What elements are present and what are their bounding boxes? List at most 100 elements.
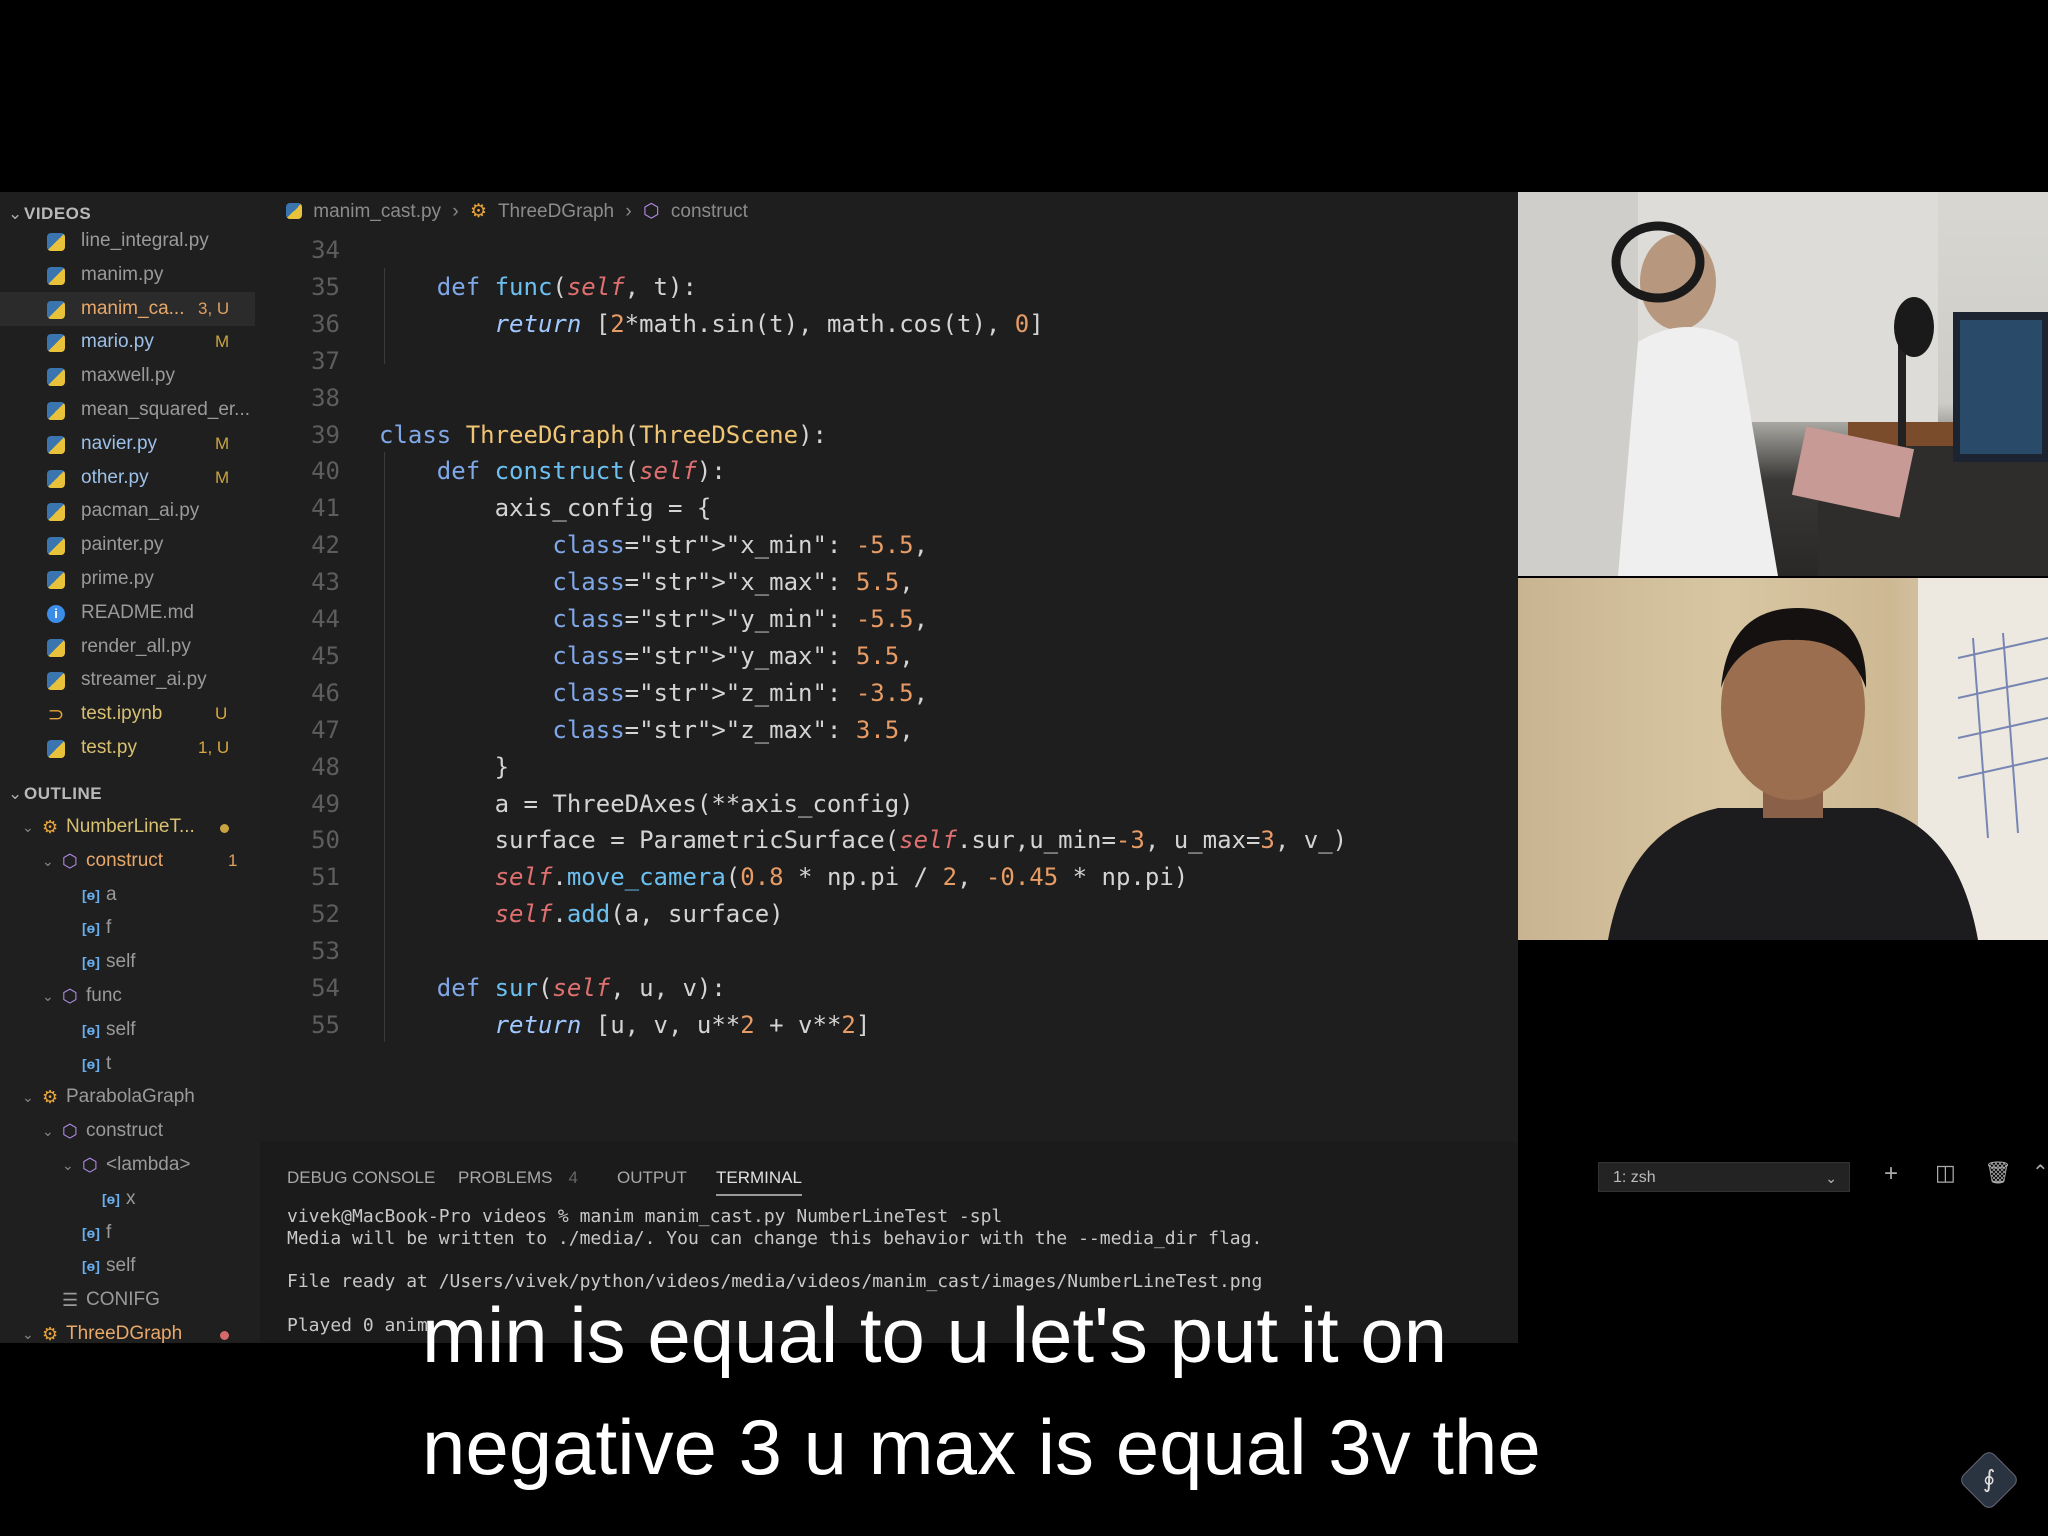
outline-label: f (106, 1221, 112, 1243)
method-icon: ⬡ (62, 1121, 78, 1142)
outline-item-class[interactable]: ⌄ ⚙ ParabolaGraph (0, 1080, 255, 1114)
breadcrumb-file[interactable]: manim_cast.py (313, 201, 441, 222)
new-terminal-icon[interactable]: + (1884, 1160, 1898, 1188)
class-icon: ⚙ (469, 201, 487, 222)
webcam-feed-1 (1518, 192, 2048, 576)
breadcrumb-class[interactable]: ThreeDGraph (498, 201, 614, 222)
code-text[interactable]: def construct(self): (379, 453, 726, 490)
outline-item-variable[interactable]: [ɵ] t (0, 1047, 255, 1081)
code-text[interactable]: class="str">"y_min": -5.5, (379, 601, 928, 638)
subtitle-line-1: min is equal to u let's put it on (422, 1291, 1448, 1379)
code-text[interactable]: } (379, 749, 509, 786)
code-line[interactable]: 36 return [2*math.sin(t), math.cos(t), 0… (0, 306, 1518, 343)
tab-label: OUTPUT (617, 1168, 687, 1187)
outline-item-constant[interactable]: ☰ CONIFG (0, 1283, 255, 1317)
line-number: 36 (311, 309, 340, 338)
line-number: 48 (311, 752, 340, 781)
outline-item-variable[interactable]: [ɵ] self (0, 1249, 255, 1283)
chevron-down-icon[interactable]: ⌄ (22, 1080, 34, 1114)
code-line[interactable]: 39 class ThreeDGraph(ThreeDScene): (0, 417, 1518, 454)
line-number: 45 (311, 641, 340, 670)
outline-item-variable[interactable]: [ɵ] f (0, 1216, 255, 1250)
code-line[interactable]: 51 self.move_camera(0.8 * np.pi / 2, -0.… (0, 859, 1518, 896)
code-line[interactable]: 44 class="str">"y_min": -5.5, (0, 601, 1518, 638)
outline-label: x (126, 1187, 136, 1209)
method-icon: ⬡ (643, 201, 660, 222)
class-icon: ⚙ (42, 1324, 59, 1343)
code-line[interactable]: 48 } (0, 749, 1518, 786)
chevron-down-icon[interactable]: ⌄ (22, 1317, 34, 1343)
breadcrumb: manim_cast.py › ⚙ ThreeDGraph › ⬡ constr… (286, 200, 754, 223)
code-text[interactable]: self.move_camera(0.8 * np.pi / 2, -0.45 … (379, 859, 1189, 896)
code-text[interactable]: axis_config = { (379, 490, 712, 527)
code-line[interactable]: 41 axis_config = { (0, 490, 1518, 527)
outline-item-method[interactable]: ⌄ ⬡ construct (0, 1114, 255, 1148)
code-line[interactable]: 50 surface = ParametricSurface(self.sur,… (0, 822, 1518, 859)
code-line[interactable]: 55 return [u, v, u**2 + v**2] (0, 1007, 1518, 1044)
trash-icon[interactable]: 🗑 (1984, 1160, 2012, 1186)
code-line[interactable]: 52 self.add(a, surface) (0, 896, 1518, 933)
code-line[interactable]: 38 (0, 380, 1518, 417)
outline-item-variable[interactable]: [ɵ] x (0, 1182, 255, 1216)
code-text[interactable]: surface = ParametricSurface(self.sur,u_m… (379, 822, 1348, 859)
code-text[interactable]: self.add(a, surface) (379, 896, 784, 933)
terminal-line: Played 0 anim (287, 1315, 428, 1336)
chevron-down-icon[interactable]: ⌄ (62, 1148, 74, 1182)
terminal-selector[interactable]: 1: zsh ⌄ (1598, 1162, 1850, 1192)
explorer-header[interactable]: ⌄VIDEOS (8, 204, 91, 224)
line-number: 51 (311, 863, 340, 892)
webcam-1-scene (1518, 192, 2048, 576)
code-line[interactable]: 34 (0, 232, 1518, 269)
code-text[interactable]: def func(self, t): (379, 269, 697, 306)
line-number: 54 (311, 974, 340, 1002)
line-number: 53 (311, 937, 340, 966)
outline-label: self (106, 1255, 136, 1277)
code-text[interactable]: class ThreeDGraph(ThreeDScene): (379, 417, 827, 454)
code-line[interactable]: 35 def func(self, t): (0, 269, 1518, 306)
code-text[interactable]: a = ThreeDAxes(**axis_config) (379, 786, 914, 823)
class-icon: ⚙ (42, 1087, 59, 1108)
chevron-right-icon: › (625, 201, 632, 222)
tab-debug-console[interactable]: DEBUG CONSOLE (287, 1168, 435, 1188)
outline-label: t (106, 1052, 112, 1074)
outline-item-class[interactable]: ⌄ ⚙ ThreeDGraph (0, 1317, 255, 1343)
code-text[interactable]: class="str">"z_max": 3.5, (379, 712, 913, 749)
tab-label: PROBLEMS (458, 1168, 553, 1187)
chevron-down-icon: ⌄ (8, 204, 23, 223)
chevron-down-icon[interactable]: ⌄ (42, 1114, 54, 1148)
constant-icon: ☰ (62, 1290, 79, 1311)
line-number: 42 (311, 531, 340, 560)
code-line[interactable]: 47 class="str">"z_max": 3.5, (0, 712, 1518, 749)
code-text[interactable]: return [u, v, u**2 + v**2] (379, 1007, 871, 1044)
code-line[interactable]: 37 (0, 343, 1518, 380)
code-line[interactable]: 46 class="str">"z_min": -3.5, (0, 675, 1518, 712)
code-line[interactable]: 54 def sur(self, u, v): (0, 970, 1518, 1007)
code-line[interactable]: 53 (0, 933, 1518, 970)
code-text[interactable]: def sur(self, u, v): (379, 970, 726, 1007)
code-text[interactable]: return [2*math.sin(t), math.cos(t), 0] (379, 306, 1044, 343)
code-text[interactable]: class="str">"x_min": -5.5, (379, 527, 928, 564)
line-number: 37 (311, 346, 340, 375)
code-line[interactable]: 43 class="str">"x_max": 5.5, (0, 564, 1518, 601)
line-number: 46 (311, 678, 340, 707)
code-line[interactable]: 42 class="str">"x_min": -5.5, (0, 527, 1518, 564)
code-line[interactable]: 45 class="str">"y_max": 5.5, (0, 638, 1518, 675)
tab-output[interactable]: OUTPUT (617, 1168, 687, 1188)
code-text[interactable]: class="str">"z_min": -3.5, (379, 675, 928, 712)
tab-problems[interactable]: PROBLEMS 4 (458, 1168, 578, 1188)
chevron-up-icon[interactable]: ⌃ (2032, 1160, 2048, 1185)
code-text[interactable]: class="str">"y_max": 5.5, (379, 638, 913, 675)
line-number: 55 (311, 1010, 340, 1039)
letterbox-top (0, 0, 2048, 192)
error-dot (220, 1331, 229, 1340)
tab-terminal[interactable]: TERMINAL (716, 1168, 802, 1196)
outline-label: <lambda> (106, 1154, 191, 1175)
split-terminal-icon[interactable]: ◫ (1935, 1160, 1956, 1186)
code-text[interactable]: class="str">"x_max": 5.5, (379, 564, 913, 601)
code-line[interactable]: 40 def construct(self): (0, 453, 1518, 490)
breadcrumb-method[interactable]: construct (671, 201, 748, 222)
outline-label: ParabolaGraph (66, 1086, 195, 1108)
outline-item-method[interactable]: ⌄ ⬡ <lambda> (0, 1148, 255, 1182)
variable-icon: [ɵ] (82, 1224, 100, 1241)
code-line[interactable]: 49 a = ThreeDAxes(**axis_config) (0, 786, 1518, 823)
